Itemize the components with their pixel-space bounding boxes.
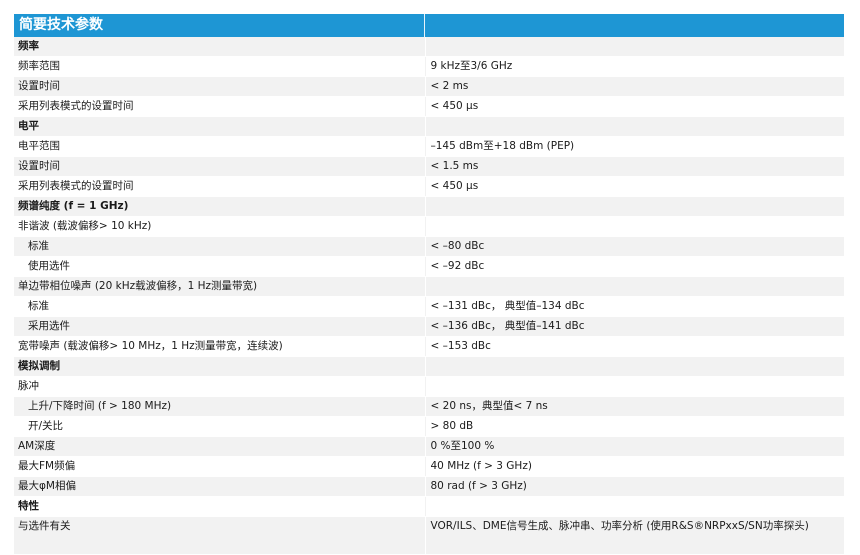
section-title: 模拟调制 (14, 356, 425, 377)
spec-label: 与选件有关 (14, 516, 425, 555)
spec-label: 设置时间 (14, 76, 425, 97)
section-title: 频谱纯度 (f = 1 GHz) (14, 196, 425, 217)
spec-row: 电平范围 –145 dBm至+18 dBm (PEP) (14, 136, 844, 157)
spec-value: < 450 µs (424, 176, 844, 197)
spec-value: < 20 ns，典型值< 7 ns (424, 396, 844, 417)
spec-row: 开/关比 > 80 dB (14, 416, 844, 437)
section-header-row: 频率 (14, 37, 844, 57)
spec-label: 开/关比 (14, 416, 425, 437)
spec-row: 脉冲 (14, 376, 844, 397)
title-divider (424, 14, 425, 37)
spec-label: 最大FM频偏 (14, 456, 425, 477)
section-header-row: 电平 (14, 116, 844, 137)
spec-row: 设置时间 < 1.5 ms (14, 156, 844, 177)
spec-label: 宽带噪声 (载波偏移> 10 MHz，1 Hz测量带宽，连续波) (14, 336, 425, 357)
spec-value: < 450 µs (424, 96, 844, 117)
spec-row: 最大FM频偏 40 MHz (f > 3 GHz) (14, 456, 844, 477)
spec-label: 标准 (14, 296, 425, 317)
spec-label: 单边带相位噪声 (20 kHz载波偏移，1 Hz测量带宽) (14, 276, 425, 297)
spec-label: 脉冲 (14, 376, 425, 397)
spec-value: < 2 ms (424, 76, 844, 97)
spec-label: 频率范围 (14, 56, 425, 77)
spec-table: 频率 频率范围 9 kHz至3/6 GHz 设置时间 < 2 ms 采用列表模式的设置时间… (14, 37, 844, 555)
section-title: 特性 (14, 496, 425, 517)
spec-value (424, 37, 844, 57)
spec-row: 宽带噪声 (载波偏移> 10 MHz，1 Hz测量带宽，连续波) < –153 d… (14, 336, 844, 357)
spec-value: 40 MHz (f > 3 GHz) (424, 456, 844, 477)
spec-value: < –80 dBc (424, 236, 844, 257)
spec-value (424, 496, 844, 517)
spec-row: 设置时间 < 2 ms (14, 76, 844, 97)
spec-value (424, 356, 844, 377)
spec-row: 标准 < –131 dBc， 典型值–134 dBc (14, 296, 844, 317)
spec-row: 上升/下降时间 (f > 180 MHz) < 20 ns，典型值< 7 ns (14, 396, 844, 417)
spec-label: 电平范围 (14, 136, 425, 157)
spec-label: 使用选件 (14, 256, 425, 277)
spec-label: 设置时间 (14, 156, 425, 177)
spec-value (424, 196, 844, 217)
spec-value: 80 rad (f > 3 GHz) (424, 476, 844, 497)
spec-row: 非谐波 (载波偏移> 10 kHz) (14, 216, 844, 237)
spec-label: 非谐波 (载波偏移> 10 kHz) (14, 216, 425, 237)
spec-row: 最大φM相偏 80 rad (f > 3 GHz) (14, 476, 844, 497)
spec-value (424, 276, 844, 297)
spec-label: 采用选件 (14, 316, 425, 337)
spec-value (424, 376, 844, 397)
spec-value (424, 216, 844, 237)
spec-value (424, 116, 844, 137)
spec-title-bar: 简要技术参数 (14, 14, 844, 37)
spec-label: 最大φM相偏 (14, 476, 425, 497)
spec-row: 使用选件 < –92 dBc (14, 256, 844, 277)
section-title: 频率 (14, 37, 425, 57)
spec-label: 采用列表模式的设置时间 (14, 96, 425, 117)
spec-row: 与选件有关 VOR/ILS、DME信号生成、脉冲串、功率分析 (使用R&S®NRP… (14, 516, 844, 555)
spec-row: 采用选件 < –136 dBc， 典型值–141 dBc (14, 316, 844, 337)
spec-value: < 1.5 ms (424, 156, 844, 177)
spec-row: 标准 < –80 dBc (14, 236, 844, 257)
spec-value: 9 kHz至3/6 GHz (424, 56, 844, 77)
section-title: 电平 (14, 116, 425, 137)
spec-title: 简要技术参数 (19, 17, 103, 33)
spec-value: < –136 dBc， 典型值–141 dBc (424, 316, 844, 337)
section-header-row: 模拟调制 (14, 356, 844, 377)
spec-label: 标准 (14, 236, 425, 257)
spec-value: < –131 dBc， 典型值–134 dBc (424, 296, 844, 317)
spec-row: 单边带相位噪声 (20 kHz载波偏移，1 Hz测量带宽) (14, 276, 844, 297)
spec-value: < –92 dBc (424, 256, 844, 277)
spec-row: AM深度 0 %至100 % (14, 436, 844, 457)
spec-label: 上升/下降时间 (f > 180 MHz) (14, 396, 425, 417)
spec-row: 采用列表模式的设置时间 < 450 µs (14, 176, 844, 197)
spec-value: VOR/ILS、DME信号生成、脉冲串、功率分析 (使用R&S®NRPxxS/S… (424, 516, 844, 555)
section-header-row: 频谱纯度 (f = 1 GHz) (14, 196, 844, 217)
spec-value: > 80 dB (424, 416, 844, 437)
spec-row: 频率范围 9 kHz至3/6 GHz (14, 56, 844, 77)
spec-value: 0 %至100 % (424, 436, 844, 457)
spec-table-body: 频率 频率范围 9 kHz至3/6 GHz 设置时间 < 2 ms 采用列表模式的设置时间… (14, 37, 844, 555)
section-header-row: 特性 (14, 496, 844, 517)
spec-label: 采用列表模式的设置时间 (14, 176, 425, 197)
spec-label: AM深度 (14, 436, 425, 457)
spec-sheet: 简要技术参数 频率 频率范围 9 kHz至3/6 GHz 设置时间 < 2 ms 采用列表… (14, 14, 844, 555)
spec-value: < –153 dBc (424, 336, 844, 357)
spec-value: –145 dBm至+18 dBm (PEP) (424, 136, 844, 157)
spec-row: 采用列表模式的设置时间 < 450 µs (14, 96, 844, 117)
